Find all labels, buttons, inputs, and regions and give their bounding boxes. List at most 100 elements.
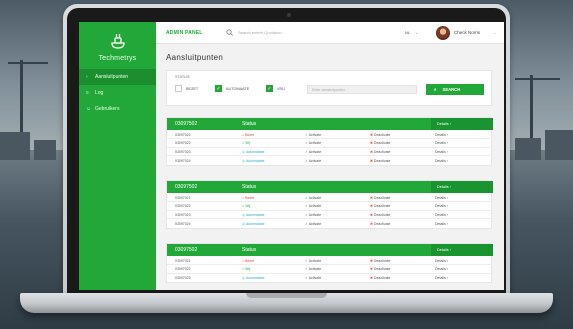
close-icon: ✖ bbox=[370, 213, 373, 218]
details-button[interactable]: Details › bbox=[435, 213, 448, 217]
status-dot-icon: ◎ bbox=[242, 213, 246, 218]
activate-button[interactable]: ✓ Activate bbox=[305, 213, 321, 217]
activate-button[interactable]: ✓ Activate bbox=[305, 141, 321, 145]
deactivate-button[interactable]: ✖ Deactivate bbox=[370, 141, 390, 145]
sidebar-item-log[interactable]: ≡ Log bbox=[79, 85, 156, 101]
checkbox-automaate[interactable]: ✓ bbox=[215, 85, 222, 92]
activate-button[interactable]: ✓ Activate bbox=[305, 267, 321, 271]
filter-panel: STATUS: BEZET ✓ AUTOMAATE ✓ VRIJ Enter a… bbox=[166, 70, 492, 106]
check-icon: ✓ bbox=[305, 158, 308, 163]
checkbox-label: VRIJ bbox=[277, 87, 286, 91]
activate-button[interactable]: ✓ Activate bbox=[305, 276, 321, 280]
details-button[interactable]: Details › bbox=[435, 159, 448, 163]
search-button[interactable]: ⌕ SEARCH bbox=[426, 84, 484, 95]
deactivate-button[interactable]: ✖ Deactivate bbox=[370, 133, 390, 137]
checkbox-vrij[interactable]: ✓ bbox=[266, 85, 273, 92]
deactivate-button[interactable]: ✖ Deactivate bbox=[370, 267, 390, 271]
plug-logo-icon bbox=[111, 34, 125, 49]
activate-button[interactable]: ✓ Activate bbox=[305, 150, 321, 154]
row-id: 03097023 bbox=[175, 213, 191, 218]
deactivate-button[interactable]: ✖ Deactivate bbox=[370, 213, 390, 217]
details-button[interactable]: Details › bbox=[435, 133, 448, 137]
status-badge: ◎ Automatiate bbox=[242, 221, 265, 226]
search-icon: ⌕ bbox=[434, 87, 437, 92]
status-dot-icon: ○ bbox=[242, 267, 245, 272]
connection-table: 03097502 Status Details › 03097021 ○ Bez… bbox=[166, 180, 493, 230]
details-button[interactable]: Details › bbox=[435, 196, 448, 200]
status-dot-icon: ◎ bbox=[242, 276, 246, 281]
header-details-button[interactable]: Details › bbox=[431, 118, 493, 130]
search-icon[interactable] bbox=[226, 29, 233, 36]
chevron-down-icon[interactable]: ⌄ bbox=[493, 30, 496, 35]
details-button[interactable]: Details › bbox=[435, 204, 448, 208]
table-row: 03097022 ○ Vrij ✓ Activate ✖ Deactivate … bbox=[167, 202, 491, 211]
deactivate-button[interactable]: ✖ Deactivate bbox=[370, 196, 390, 200]
status-dot-icon: ○ bbox=[242, 258, 245, 263]
activate-button[interactable]: ✓ Activate bbox=[305, 259, 321, 263]
header-details-button[interactable]: Details › bbox=[431, 181, 493, 193]
aansluitpunten-search-field[interactable]: Enter aansluitpunten... bbox=[307, 85, 417, 94]
deactivate-button[interactable]: ✖ Deactivate bbox=[370, 150, 390, 154]
checkbox-bezet[interactable] bbox=[175, 85, 182, 92]
chevron-right-icon: › bbox=[86, 73, 88, 80]
table-row: 03097024 ◎ Automatiate ✓ Activate ✖ Deac… bbox=[167, 219, 491, 228]
check-icon: ✓ bbox=[305, 204, 308, 209]
close-icon: ✖ bbox=[370, 141, 373, 146]
status-dot-icon: ◎ bbox=[242, 158, 246, 163]
deactivate-button[interactable]: ✖ Deactivate bbox=[370, 222, 390, 226]
header-id: 03097502 bbox=[175, 121, 198, 127]
table-row: 03097024 ◎ Automatiate ✓ Activate ✖ Deac… bbox=[167, 156, 491, 165]
table-row: 03097023 ◎ Automatiate ✓ Activate ✖ Deac… bbox=[167, 148, 491, 157]
header-details-label: Details bbox=[437, 248, 449, 252]
activate-button[interactable]: ✓ Activate bbox=[305, 222, 321, 226]
sidebar-item-aansluitpunten[interactable]: › Aansluitpunten bbox=[79, 69, 156, 85]
table-row: 03097022 ○ Bezet ✓ Activate ✖ Deactivate… bbox=[167, 130, 491, 139]
check-icon: ✓ bbox=[305, 276, 308, 281]
status-badge: ◎ Automatiate bbox=[242, 276, 265, 281]
status-badge: ○ Vrij bbox=[242, 267, 251, 272]
camera-icon bbox=[287, 13, 291, 17]
avatar[interactable] bbox=[436, 26, 450, 40]
details-button[interactable]: Details › bbox=[435, 141, 448, 145]
check-icon: ✓ bbox=[305, 132, 308, 137]
activate-button[interactable]: ✓ Activate bbox=[305, 133, 321, 137]
status-badge: ◎ Automatiate bbox=[242, 213, 265, 218]
deactivate-button[interactable]: ✖ Deactivate bbox=[370, 159, 390, 163]
deactivate-button[interactable]: ✖ Deactivate bbox=[370, 204, 390, 208]
table-header: 03097502 Status Details › bbox=[167, 181, 493, 193]
user-name[interactable]: Check Norris bbox=[454, 30, 480, 35]
details-button[interactable]: Details › bbox=[435, 259, 448, 263]
activate-button[interactable]: ✓ Activate bbox=[305, 196, 321, 200]
row-id: 03097024 bbox=[175, 221, 191, 226]
details-button[interactable]: Details › bbox=[435, 276, 448, 280]
activate-button[interactable]: ✓ Activate bbox=[305, 204, 321, 208]
header-status: Status bbox=[242, 121, 257, 127]
checkbox-label: AUTOMAATE bbox=[226, 87, 250, 91]
language-select[interactable]: NL bbox=[405, 30, 410, 35]
chevron-down-icon[interactable]: ⌄ bbox=[415, 30, 418, 35]
deactivate-button[interactable]: ✖ Deactivate bbox=[370, 276, 390, 280]
admin-panel-title: ADMIN PANEL bbox=[166, 30, 203, 36]
header-status: Status bbox=[242, 184, 257, 190]
background-crane bbox=[8, 62, 48, 64]
search-button-label: SEARCH bbox=[442, 87, 461, 92]
status-badge: ◎ Automatiate bbox=[242, 150, 265, 155]
check-icon: ✓ bbox=[305, 258, 308, 263]
sidebar-item-label: Aansluitpunten bbox=[95, 74, 129, 80]
details-button[interactable]: Details › bbox=[435, 222, 448, 226]
search-input[interactable]: Search enterh Qooidooo... bbox=[238, 30, 328, 35]
deactivate-button[interactable]: ✖ Deactivate bbox=[370, 259, 390, 263]
sidebar-item-gebruikers[interactable]: ☺ Gebruikers bbox=[79, 101, 156, 117]
table-header: 03097502 Status Details › bbox=[167, 244, 493, 256]
close-icon: ✖ bbox=[370, 132, 373, 137]
laptop-notch bbox=[246, 293, 327, 298]
row-id: 03097022 bbox=[175, 132, 191, 137]
header-id: 03097502 bbox=[175, 247, 198, 253]
row-id: 03097021 bbox=[175, 195, 191, 200]
details-button[interactable]: Details › bbox=[435, 267, 448, 271]
row-id: 03097021 bbox=[175, 258, 191, 263]
activate-button[interactable]: ✓ Activate bbox=[305, 159, 321, 163]
table-row: 03097022 ○ Vrij ✓ Activate ✖ Deactivate … bbox=[167, 265, 491, 274]
details-button[interactable]: Details › bbox=[435, 150, 448, 154]
header-details-button[interactable]: Details › bbox=[431, 244, 493, 256]
